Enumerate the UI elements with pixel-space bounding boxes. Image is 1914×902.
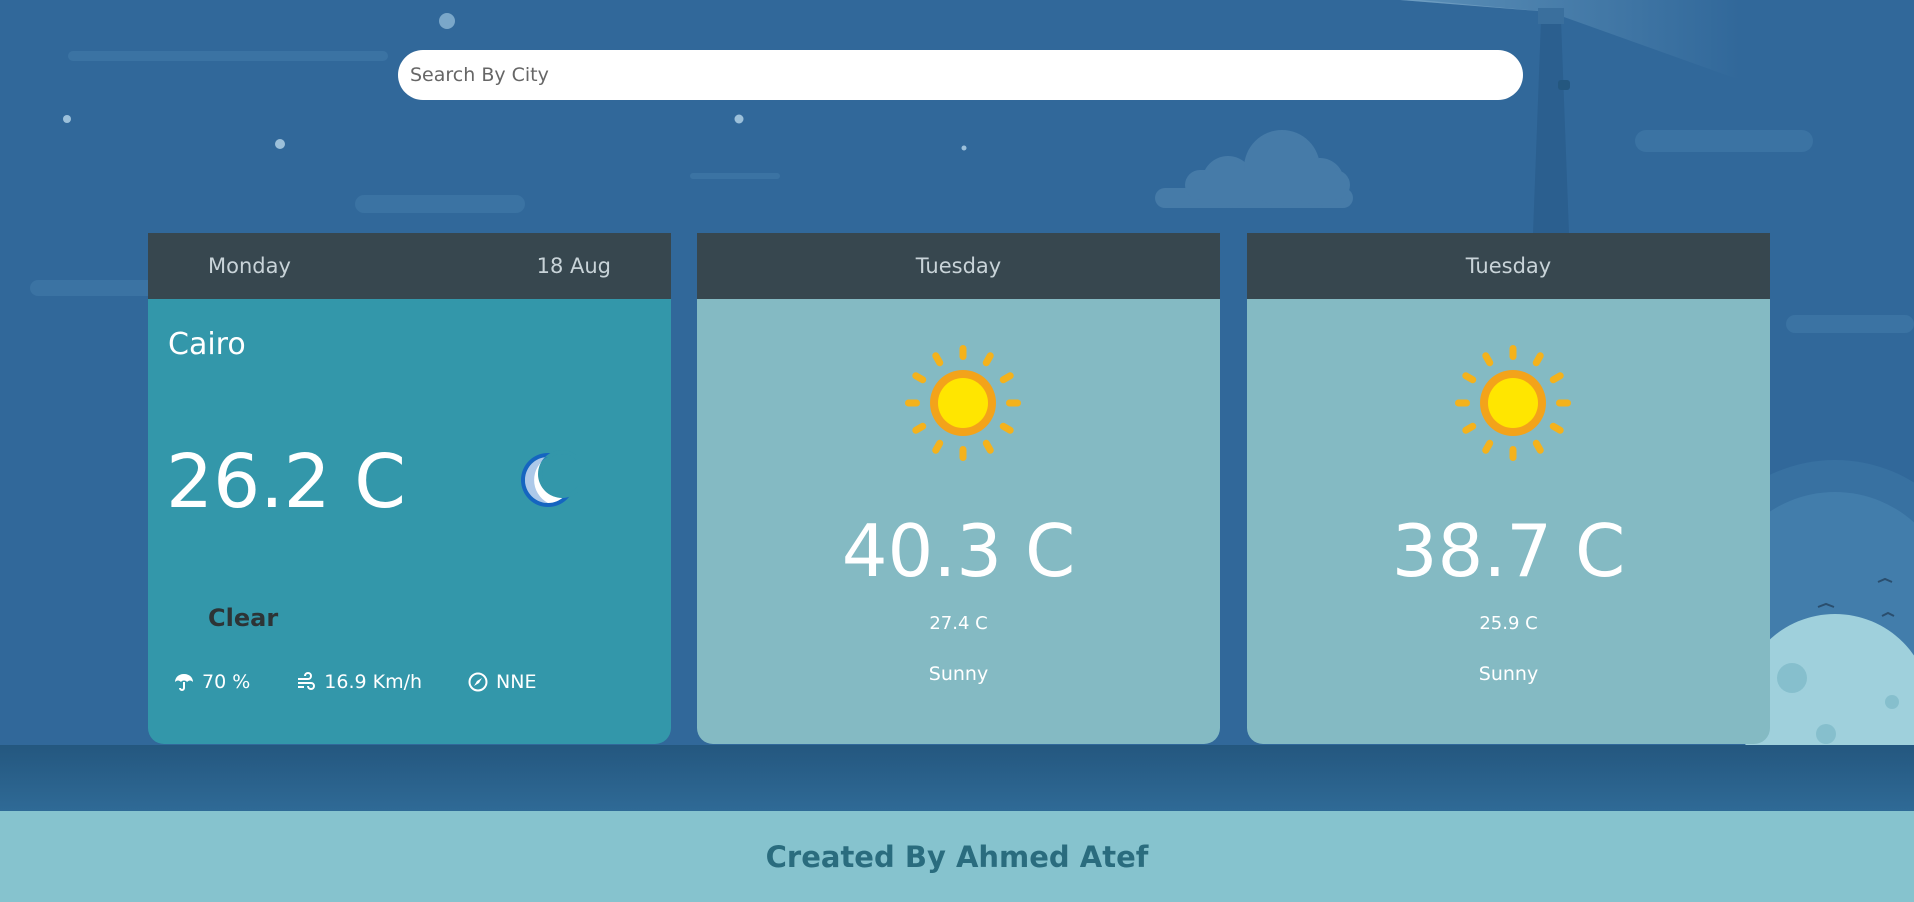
wind-speed-value: 16.9 Km/h: [324, 671, 423, 693]
forecast-min-temp: 27.4 C: [929, 613, 988, 634]
today-date: 18 Aug: [536, 254, 611, 278]
forecast-card: Tuesday 38.7 C 25.9 C Sunny: [1247, 233, 1770, 744]
forecast-max-temp: 38.7 C: [1391, 509, 1626, 593]
humidity-value: 70 %: [202, 671, 251, 693]
umbrella-icon: [175, 674, 193, 691]
wind-icon: [298, 672, 316, 690]
footer: Created By Ahmed Atef: [0, 811, 1914, 902]
forecast-card-header: Tuesday: [697, 233, 1220, 299]
forecast-card-body: 40.3 C 27.4 C Sunny: [697, 299, 1220, 744]
humidity: 70 %: [174, 671, 250, 693]
search-input[interactable]: [398, 50, 1523, 100]
city-name: Cairo: [168, 327, 246, 362]
search-bar[interactable]: [398, 50, 1523, 100]
today-card-header: Monday 18 Aug: [148, 233, 671, 299]
today-day: Monday: [208, 254, 291, 278]
forecast-condition: Sunny: [1478, 663, 1539, 685]
current-condition: Clear: [208, 604, 279, 632]
compass-icon: [468, 672, 488, 692]
forecast-max-temp: 40.3 C: [841, 509, 1076, 593]
forecast-card-body: 38.7 C 25.9 C Sunny: [1247, 299, 1770, 744]
today-weather-card: Monday 18 Aug Cairo 26.2 C Clear 70 % 16…: [148, 233, 671, 744]
forecast-day: Tuesday: [915, 254, 1002, 278]
wind-direction: NNE: [468, 671, 536, 693]
sun-icon: [1455, 345, 1571, 461]
sun-icon: [905, 345, 1021, 461]
today-card-body: Cairo 26.2 C Clear 70 % 16.9 Km/h NNE: [148, 299, 671, 744]
forecast-card-header: Tuesday: [1247, 233, 1770, 299]
wind-direction-value: NNE: [496, 671, 537, 693]
wind-speed: 16.9 Km/h: [296, 671, 422, 693]
weather-details: 70 % 16.9 Km/h NNE: [174, 671, 536, 693]
forecast-min-temp: 25.9 C: [1479, 613, 1538, 634]
forecast-day: Tuesday: [1465, 254, 1552, 278]
footer-credit: Created By Ahmed Atef: [765, 839, 1149, 874]
moon-icon: [521, 450, 578, 507]
current-temperature: 26.2 C: [166, 439, 406, 525]
forecast-card: Tuesday 40.3 C 27.4 C Sunny: [697, 233, 1220, 744]
forecast-condition: Sunny: [928, 663, 989, 685]
